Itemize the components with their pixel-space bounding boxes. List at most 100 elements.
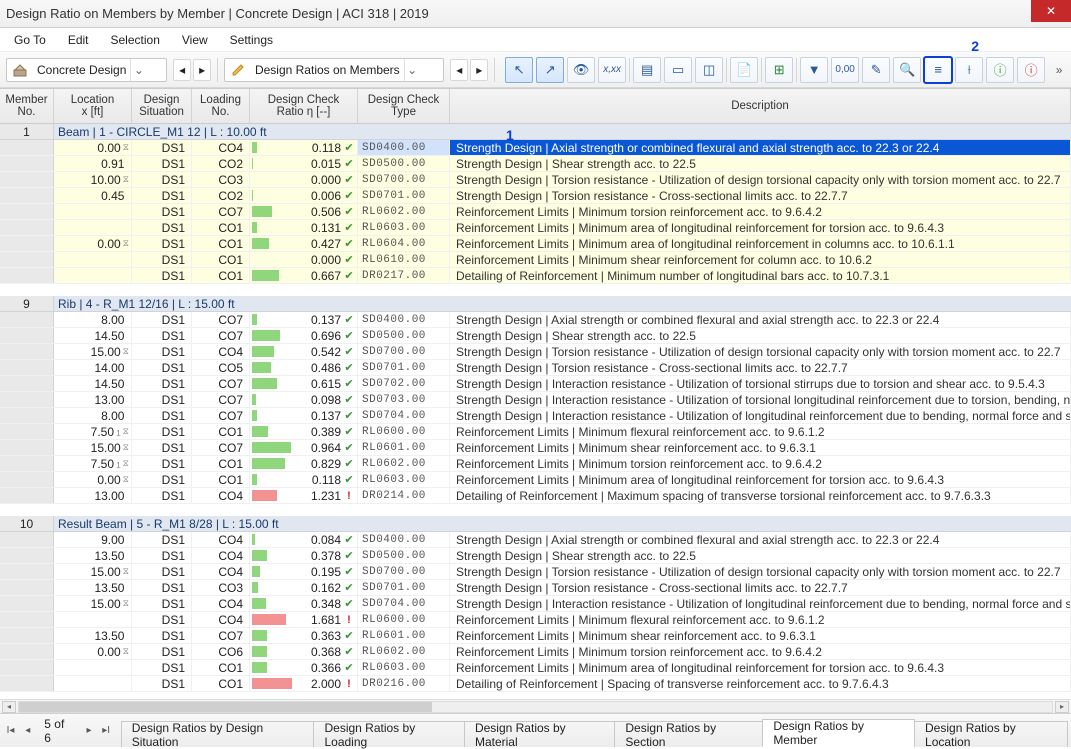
table-row[interactable]: 0.00⧖DS1CO10.118✔RL0603.00Reinforcement … (0, 472, 1071, 488)
table-row[interactable]: 0.00⧖DS1CO60.368✔RL0602.00Reinforcement … (0, 644, 1071, 660)
table-row[interactable]: DS1CO10.131✔RL0603.00Reinforcement Limit… (0, 220, 1071, 236)
grid-body[interactable]: 1Beam | 1 - CIRCLE_M1 12 | L : 10.00 ft0… (0, 124, 1071, 699)
table-row[interactable]: 0.45 DS1CO20.006✔SD0701.00Strength Desig… (0, 188, 1071, 204)
cell-member (0, 156, 54, 171)
table-row[interactable]: 15.00⧖DS1CO40.542✔SD0700.00Strength Desi… (0, 344, 1071, 360)
table-row[interactable]: 7.50 1⧖DS1CO10.829✔RL0602.00Reinforcemen… (0, 456, 1071, 472)
cell-situation: DS1 (132, 236, 192, 251)
table-row[interactable]: 0.00⧖DS1CO40.118✔SD0400.00Strength Desig… (0, 140, 1071, 156)
col-member[interactable]: Member No. (0, 89, 54, 123)
table-row[interactable]: 13.50 DS1CO70.363✔RL0601.00Reinforcement… (0, 628, 1071, 644)
table-row[interactable]: 15.00⧖DS1CO40.348✔SD0704.00Strength Desi… (0, 596, 1071, 612)
col-description[interactable]: Description (450, 89, 1071, 123)
table-row[interactable]: 13.00 DS1CO70.098✔SD0703.00Strength Desi… (0, 392, 1071, 408)
info-red-icon[interactable]: ⓘ (1017, 57, 1045, 83)
group-header[interactable]: 10Result Beam | 5 - R_M1 8/28 | L : 15.0… (0, 516, 1071, 532)
table-row[interactable]: 10.00⧖DS1CO30.000✔SD0700.00Strength Desi… (0, 172, 1071, 188)
menu-edit[interactable]: Edit (58, 30, 99, 50)
chevron-down-icon[interactable]: ⌄ (130, 59, 146, 81)
group-header[interactable]: 1Beam | 1 - CIRCLE_M1 12 | L : 10.00 ft (0, 124, 1071, 140)
scroll-track[interactable] (18, 701, 1053, 713)
close-button[interactable]: ✕ (1031, 0, 1071, 22)
cell-type: RL0600.00 (358, 612, 450, 627)
decimal-icon[interactable]: 0,00 (831, 57, 859, 83)
cell-ratio: 0.131✔ (250, 220, 358, 235)
col-location[interactable]: Location x [ft] (54, 89, 132, 123)
result-beam-icon[interactable]: ▭ (664, 57, 692, 83)
scroll-right-button[interactable]: ▸ (1055, 701, 1069, 713)
menu-settings[interactable]: Settings (220, 30, 283, 50)
cell-location: 15.00⧖ (54, 564, 132, 579)
filter-icon[interactable]: ▼ (800, 57, 828, 83)
menu-selection[interactable]: Selection (101, 30, 170, 50)
prev-design-button[interactable]: ◂ (173, 59, 191, 81)
tab-location[interactable]: Design Ratios by Location (914, 721, 1068, 747)
cell-situation: DS1 (132, 312, 192, 327)
table-row[interactable]: DS1CO10.000✔RL0610.00Reinforcement Limit… (0, 252, 1071, 268)
next-table-button[interactable]: ▸ (470, 59, 488, 81)
table-row[interactable]: 14.00 DS1CO50.486✔SD0701.00Strength Desi… (0, 360, 1071, 376)
table-row[interactable]: 9.00 DS1CO40.084✔SD0400.00Strength Desig… (0, 532, 1071, 548)
pager-prev-button[interactable]: ◂ (21, 725, 34, 736)
cell-type: DR0214.00 (358, 488, 450, 503)
result-table-combo[interactable]: Design Ratios on Members ⌄ (224, 58, 444, 82)
table-row[interactable]: 8.00 DS1CO70.137✔SD0400.00Strength Desig… (0, 312, 1071, 328)
table-row[interactable]: 0.91 DS1CO20.015✔SD0500.00Strength Desig… (0, 156, 1071, 172)
table-row[interactable]: 13.50 DS1CO40.378✔SD0500.00Strength Desi… (0, 548, 1071, 564)
scroll-left-button[interactable]: ◂ (2, 701, 16, 713)
section-icon[interactable]: ◫ (695, 57, 723, 83)
table-row[interactable]: 15.00⧖DS1CO70.964✔RL0601.00Reinforcement… (0, 440, 1071, 456)
table-row[interactable]: 14.50 DS1CO70.615✔SD0702.00Strength Desi… (0, 376, 1071, 392)
table-row[interactable]: DS1CO41.681!RL0600.00Reinforcement Limit… (0, 612, 1071, 628)
grid-header: Member No. Location x [ft] Design Situat… (0, 88, 1071, 124)
cell-type: SD0702.00 (358, 376, 450, 391)
col-type[interactable]: Design Check Type (358, 89, 450, 123)
print-icon[interactable]: 📄 (730, 57, 758, 83)
col-situation[interactable]: Design Situation (132, 89, 192, 123)
scroll-thumb[interactable] (19, 702, 432, 712)
design-type-combo[interactable]: Concrete Design ⌄ (6, 58, 167, 82)
horizontal-scrollbar[interactable]: ◂ ▸ (0, 699, 1071, 713)
table-row[interactable]: DS1CO10.366✔RL0603.00Reinforcement Limit… (0, 660, 1071, 676)
table-row[interactable]: 0.00⧖DS1CO10.427✔RL0604.00Reinforcement … (0, 236, 1071, 252)
tab-section[interactable]: Design Ratios by Section (614, 721, 763, 747)
table-row[interactable]: 14.50 DS1CO70.696✔SD0500.00Strength Desi… (0, 328, 1071, 344)
view-mode-icon[interactable]: 👁 (567, 57, 595, 83)
select-row-icon[interactable]: ↖ (505, 57, 533, 83)
table-row[interactable]: DS1CO70.506✔RL0602.00Reinforcement Limit… (0, 204, 1071, 220)
tab-member[interactable]: Design Ratios by Member (762, 719, 915, 747)
menu-view[interactable]: View (172, 30, 218, 50)
toolbar-overflow-icon[interactable]: » (1053, 63, 1065, 77)
table-row[interactable]: 13.00 DS1CO41.231!DR0214.00Detailing of … (0, 488, 1071, 504)
table-row[interactable]: 7.50 1⧖DS1CO10.389✔RL0600.00Reinforcemen… (0, 424, 1071, 440)
group-header[interactable]: 9Rib | 4 - R_M1 12/16 | L : 15.00 ft (0, 296, 1071, 312)
menu-goto[interactable]: Go To (4, 30, 56, 50)
chevron-down-icon[interactable]: ⌄ (404, 59, 420, 81)
search-icon[interactable]: 🔍 (893, 57, 921, 83)
tool-icon[interactable]: ✎ (862, 57, 890, 83)
prev-table-button[interactable]: ◂ (450, 59, 468, 81)
pager-last-button[interactable]: ▸I (100, 725, 113, 736)
check-icon: ✔ (343, 581, 355, 594)
tab-material[interactable]: Design Ratios by Material (464, 721, 615, 747)
select-member-icon[interactable]: ↗ (536, 57, 564, 83)
export-excel-icon[interactable]: ⊞ (765, 57, 793, 83)
table-row[interactable]: DS1CO12.000!DR0216.00Detailing of Reinfo… (0, 676, 1071, 692)
pager-first-button[interactable]: I◂ (4, 725, 17, 736)
pager-next-button[interactable]: ▸ (82, 725, 95, 736)
table-row[interactable]: 8.00 DS1CO70.137✔SD0704.00Strength Desig… (0, 408, 1071, 424)
max-min-icon[interactable]: x,xx (598, 57, 626, 83)
table-row[interactable]: 15.00⧖DS1CO40.195✔SD0700.00Strength Desi… (0, 564, 1071, 580)
next-design-button[interactable]: ▸ (193, 59, 211, 81)
details-icon[interactable]: ≡ (924, 57, 952, 83)
tab-design-situation[interactable]: Design Ratios by Design Situation (121, 721, 315, 747)
result-diagram-icon[interactable]: ▤ (633, 57, 661, 83)
table-row[interactable]: DS1CO10.667✔DR0217.00Detailing of Reinfo… (0, 268, 1071, 284)
col-loading[interactable]: Loading No. (192, 89, 250, 123)
cell-description: Strength Design | Shear strength acc. to… (450, 548, 1071, 563)
table-row[interactable]: 13.50 DS1CO30.162✔SD0701.00Strength Desi… (0, 580, 1071, 596)
members-icon[interactable]: ⟊ (955, 57, 983, 83)
col-ratio[interactable]: Design Check Ratio η [--] (250, 89, 358, 123)
info-green-icon[interactable]: ⓘ (986, 57, 1014, 83)
tab-loading[interactable]: Design Ratios by Loading (313, 721, 464, 747)
